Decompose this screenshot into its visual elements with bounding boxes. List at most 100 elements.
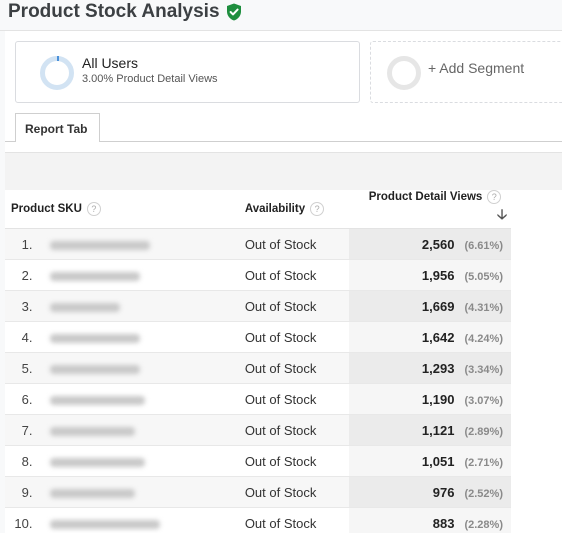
add-segment-button[interactable]: + Add Segment <box>370 41 562 103</box>
redacted-sku <box>50 426 136 436</box>
product-detail-views-cell: 1,669 (4.31%) <box>348 290 511 322</box>
row-index: 7. <box>5 414 37 446</box>
table-toolbar-band <box>5 152 562 190</box>
product-sku-cell[interactable] <box>36 321 239 353</box>
availability-cell: Out of Stock <box>238 414 349 446</box>
page-title: Product Stock Analysis <box>8 1 242 23</box>
availability-cell: Out of Stock <box>238 259 349 291</box>
column-header-availability[interactable]: Availability? <box>238 190 349 229</box>
availability-cell: Out of Stock <box>238 445 349 477</box>
redacted-sku <box>50 488 136 498</box>
help-icon[interactable]: ? <box>487 190 502 204</box>
help-icon[interactable]: ? <box>86 202 101 216</box>
product-detail-views-cell: 976 (2.52%) <box>348 476 511 508</box>
table-header-row: Product SKU? Availability? Product Detai… <box>5 190 511 229</box>
column-header-product-detail-views[interactable]: Product Detail Views? 🡣 <box>348 190 511 229</box>
views-percent: (4.31%) <box>464 301 503 314</box>
empty-circle-icon <box>387 56 421 90</box>
availability-cell: Out of Stock <box>238 383 349 415</box>
table-row[interactable]: 5. Out of Stock 1,293 (3.34%) <box>5 352 511 384</box>
availability-cell: Out of Stock <box>238 321 349 353</box>
product-sku-cell[interactable] <box>36 352 239 384</box>
views-value: 1,956 <box>421 267 455 283</box>
table-row[interactable]: 3. Out of Stock 1,669 (4.31%) <box>5 290 511 322</box>
views-value: 883 <box>432 515 455 531</box>
row-index: 5. <box>5 352 37 384</box>
table-row[interactable]: 7. Out of Stock 1,121 (2.89%) <box>5 414 511 446</box>
views-value: 1,121 <box>421 422 455 438</box>
page-title-text: Product Stock Analysis <box>8 1 220 22</box>
availability-cell: Out of Stock <box>238 507 349 533</box>
column-label: Availability <box>244 203 306 216</box>
views-value: 976 <box>432 484 455 500</box>
availability-cell: Out of Stock <box>238 352 349 384</box>
row-index: 9. <box>5 476 37 508</box>
views-percent: (2.52%) <box>464 487 503 500</box>
column-label: Product SKU <box>11 203 82 216</box>
availability-cell: Out of Stock <box>238 476 349 508</box>
product-sku-cell[interactable] <box>36 507 239 533</box>
row-index: 8. <box>5 445 37 477</box>
row-index: 10. <box>5 507 37 533</box>
product-sku-cell[interactable] <box>36 445 239 477</box>
views-value: 2,560 <box>421 236 455 252</box>
views-percent: (3.34%) <box>464 363 503 376</box>
table-row[interactable]: 1. Out of Stock 2,560 (6.61%) <box>5 228 511 260</box>
redacted-sku <box>50 302 121 312</box>
views-percent: (6.61%) <box>464 239 503 252</box>
shield-check-icon <box>226 3 241 21</box>
table-row[interactable]: 6. Out of Stock 1,190 (3.07%) <box>5 383 511 415</box>
views-value: 1,051 <box>421 453 455 469</box>
product-detail-views-cell: 1,190 (3.07%) <box>348 383 511 415</box>
views-value: 1,642 <box>421 329 455 345</box>
column-header-product-sku[interactable]: Product SKU? <box>5 190 239 229</box>
row-index: 6. <box>5 383 37 415</box>
views-percent: (2.28%) <box>464 518 503 531</box>
redacted-sku <box>50 271 141 281</box>
views-percent: (2.89%) <box>464 425 503 438</box>
report-table: Product SKU? Availability? Product Detai… <box>5 190 511 533</box>
views-percent: (2.71%) <box>464 456 503 469</box>
product-detail-views-cell: 1,642 (4.24%) <box>348 321 511 353</box>
add-segment-label: + Add Segment <box>428 60 525 76</box>
header-bar: Product Stock Analysis <box>0 0 562 31</box>
product-sku-cell[interactable] <box>36 414 239 446</box>
product-sku-cell[interactable] <box>36 476 239 508</box>
views-percent: (3.07%) <box>464 394 503 407</box>
table-row[interactable]: 4. Out of Stock 1,642 (4.24%) <box>5 321 511 353</box>
views-percent: (4.24%) <box>464 332 503 345</box>
segment-card-all-users[interactable]: All Users 3.00% Product Detail Views <box>15 41 360 103</box>
table-row[interactable]: 10. Out of Stock 883 (2.28%) <box>5 507 511 533</box>
donut-icon <box>40 56 74 90</box>
product-sku-cell[interactable] <box>36 259 239 291</box>
views-value: 1,190 <box>421 391 455 407</box>
row-index: 3. <box>5 290 37 322</box>
product-detail-views-cell: 883 (2.28%) <box>348 507 511 533</box>
product-sku-cell[interactable] <box>36 228 239 260</box>
product-detail-views-cell: 2,560 (6.61%) <box>348 228 511 260</box>
table-row[interactable]: 2. Out of Stock 1,956 (5.05%) <box>5 259 511 291</box>
row-index: 4. <box>5 321 37 353</box>
help-icon[interactable]: ? <box>310 202 325 216</box>
product-sku-cell[interactable] <box>36 290 239 322</box>
product-sku-cell[interactable] <box>36 383 239 415</box>
segment-subtitle: 3.00% Product Detail Views <box>82 73 218 85</box>
column-label: Product Detail Views <box>368 191 483 204</box>
product-detail-views-cell: 1,293 (3.34%) <box>348 352 511 384</box>
row-index: 2. <box>5 259 37 291</box>
views-value: 1,293 <box>421 360 455 376</box>
tab-report[interactable]: Report Tab <box>15 113 100 142</box>
product-detail-views-cell: 1,051 (2.71%) <box>348 445 511 477</box>
arrow-down-icon[interactable]: 🡣 <box>497 204 507 228</box>
availability-cell: Out of Stock <box>238 228 349 260</box>
row-index: 1. <box>5 228 37 260</box>
redacted-sku <box>50 333 141 343</box>
views-value: 1,669 <box>421 298 455 314</box>
redacted-sku <box>50 519 161 529</box>
table-row[interactable]: 8. Out of Stock 1,051 (2.71%) <box>5 445 511 477</box>
redacted-sku <box>50 240 151 250</box>
table-row[interactable]: 9. Out of Stock 976 (2.52%) <box>5 476 511 508</box>
views-percent: (5.05%) <box>464 270 503 283</box>
product-detail-views-cell: 1,956 (5.05%) <box>348 259 511 291</box>
redacted-sku <box>50 364 141 374</box>
